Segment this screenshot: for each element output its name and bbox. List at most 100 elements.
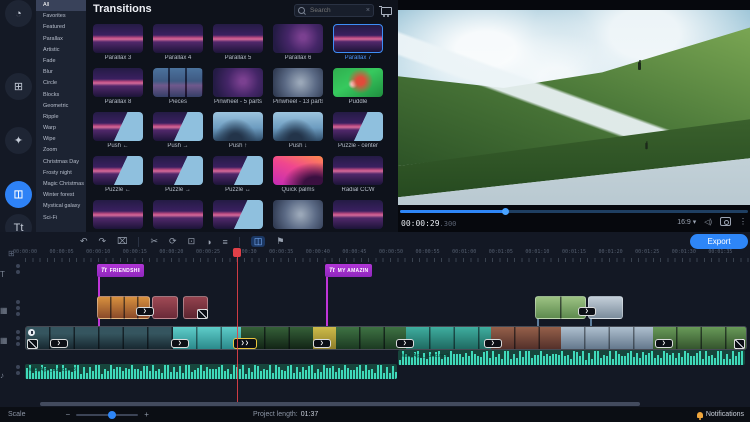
- category-item[interactable]: Ripple: [36, 112, 86, 123]
- category-item[interactable]: Mystical galaxy: [36, 201, 86, 212]
- transitions-icon[interactable]: ◫: [5, 181, 32, 208]
- transition-item[interactable]: [213, 200, 263, 232]
- titles-track-header[interactable]: T: [0, 264, 24, 282]
- video-clip[interactable]: [26, 327, 173, 349]
- main-video-track-strip[interactable]: ❯ ❯ ❯ ❯ ❯ ❯ ❯❯: [25, 326, 747, 350]
- transition-item[interactable]: Puzzle - center: [333, 112, 383, 150]
- playhead-marker[interactable]: [233, 248, 241, 257]
- transition-item[interactable]: [93, 200, 143, 232]
- crop-icon[interactable]: ⊡: [188, 236, 196, 247]
- transition-item[interactable]: Parallax 5: [213, 24, 263, 62]
- title-clip[interactable]: Tt MY AMAZING: [325, 264, 372, 277]
- category-item[interactable]: Warp: [36, 123, 86, 134]
- snapshot-icon[interactable]: [720, 217, 731, 226]
- category-item[interactable]: Geometric: [36, 101, 86, 112]
- audio-clip[interactable]: Mild_Alps_audio.mp3: [25, 364, 397, 379]
- transition-thumbnail[interactable]: [213, 24, 263, 53]
- transition-thumbnail[interactable]: [333, 68, 383, 97]
- video-track-header[interactable]: ▦: [0, 330, 24, 348]
- transition-item[interactable]: [273, 200, 323, 232]
- track-mute-icon[interactable]: [16, 336, 20, 340]
- transition-thumbnail[interactable]: [333, 112, 383, 141]
- category-item[interactable]: Parallax: [36, 34, 86, 45]
- scale-slider-handle[interactable]: [108, 411, 116, 419]
- more-options-icon[interactable]: ⋮: [739, 217, 747, 226]
- audio-track-header[interactable]: ♪: [0, 365, 24, 383]
- transition-thumbnail[interactable]: [333, 156, 383, 185]
- toolbar-separator[interactable]: [138, 237, 139, 247]
- category-item[interactable]: Artistic: [36, 45, 86, 56]
- transition-thumbnail[interactable]: [333, 24, 383, 53]
- search-box[interactable]: ×: [294, 4, 374, 17]
- transition-thumbnail[interactable]: [213, 200, 263, 229]
- transition-item[interactable]: Push →: [153, 112, 203, 150]
- transition-item[interactable]: Pieces: [153, 68, 203, 106]
- transition-thumbnail[interactable]: [93, 112, 143, 141]
- track-lock-icon[interactable]: [16, 270, 20, 274]
- transition-item[interactable]: Parallax 7: [333, 24, 383, 62]
- category-item[interactable]: Frosty night: [36, 168, 86, 179]
- marker-icon[interactable]: ⚑: [276, 236, 284, 247]
- transition-item[interactable]: Parallax 3: [93, 24, 143, 62]
- clear-search-icon[interactable]: ×: [366, 7, 370, 14]
- transition-item[interactable]: [153, 200, 203, 232]
- category-item[interactable]: Circle: [36, 78, 86, 89]
- transition-item[interactable]: Puzzle ↔: [213, 156, 263, 194]
- title-clip[interactable]: Tt FRIENDSHIP: [97, 264, 144, 277]
- import-media-icon[interactable]: ⊞: [5, 73, 32, 100]
- notifications-button[interactable]: Notifications: [697, 411, 744, 418]
- transition-item[interactable]: Puzzle →: [153, 156, 203, 194]
- seek-bar[interactable]: [400, 210, 748, 213]
- transition-item[interactable]: Push ↑: [213, 112, 263, 150]
- category-item[interactable]: Wipe: [36, 134, 86, 145]
- category-item[interactable]: Fade: [36, 56, 86, 67]
- category-item[interactable]: Christmas Day: [36, 157, 86, 168]
- aspect-ratio-select[interactable]: 16:9 ▾: [677, 218, 696, 226]
- transition-thumbnail[interactable]: [93, 156, 143, 185]
- transition-item[interactable]: [333, 200, 383, 232]
- transition-item[interactable]: Pinwheel - 5 parts: [213, 68, 263, 106]
- category-item[interactable]: Winter forest: [36, 190, 86, 201]
- track-lock-icon[interactable]: [16, 312, 20, 316]
- track-lock-icon[interactable]: [16, 342, 20, 346]
- transition-thumbnail[interactable]: [153, 68, 203, 97]
- transition-item[interactable]: Puzzle ←: [93, 156, 143, 194]
- no-transition-icon[interactable]: [197, 309, 208, 319]
- zoom-out-button[interactable]: −: [66, 410, 71, 419]
- transition-thumbnail[interactable]: [273, 24, 323, 53]
- transition-pill[interactable]: ❯: [484, 339, 502, 348]
- overlay-clip[interactable]: [152, 296, 178, 319]
- video-preview[interactable]: [398, 10, 750, 205]
- transition-pill[interactable]: ❯: [396, 339, 414, 348]
- no-transition-icon[interactable]: [27, 339, 38, 349]
- track-visibility-icon[interactable]: [16, 300, 20, 304]
- category-item[interactable]: Magic Christmas: [36, 179, 86, 190]
- seek-handle[interactable]: [502, 208, 509, 215]
- transition-thumbnail[interactable]: [213, 68, 263, 97]
- transition-pill[interactable]: ❯: [578, 307, 596, 316]
- transition-item[interactable]: Push ←: [93, 112, 143, 150]
- audio-clip[interactable]: Mild_Alps_audio.mp3: [398, 350, 745, 365]
- zoom-in-button[interactable]: +: [144, 410, 149, 419]
- track-visibility-icon[interactable]: [16, 264, 20, 268]
- category-item[interactable]: Blur: [36, 67, 86, 78]
- redo-icon[interactable]: ↷: [99, 236, 107, 247]
- transition-pill[interactable]: ❯: [50, 339, 68, 348]
- transition-thumbnail[interactable]: [93, 24, 143, 53]
- overlay-track-header[interactable]: ▦: [0, 300, 24, 318]
- transition-thumbnail[interactable]: [153, 200, 203, 229]
- transition-item[interactable]: Parallax 6: [273, 24, 323, 62]
- color-adjust-icon[interactable]: ◑: [206, 237, 211, 247]
- horizontal-scrollbar[interactable]: [40, 402, 640, 406]
- category-item[interactable]: Blocks: [36, 90, 86, 101]
- transition-pill[interactable]: ❯: [136, 307, 154, 316]
- category-item[interactable]: All: [36, 0, 86, 11]
- video-clip[interactable]: [406, 327, 491, 349]
- transition-thumbnail[interactable]: [273, 68, 323, 97]
- rotate-icon[interactable]: ⟳: [169, 236, 177, 247]
- category-item[interactable]: Featured: [36, 22, 86, 33]
- store-cart-icon[interactable]: [381, 7, 392, 15]
- transition-pill[interactable]: ❯: [313, 339, 331, 348]
- category-item[interactable]: Sci-Fi: [36, 213, 86, 224]
- category-item[interactable]: Favorites: [36, 11, 86, 22]
